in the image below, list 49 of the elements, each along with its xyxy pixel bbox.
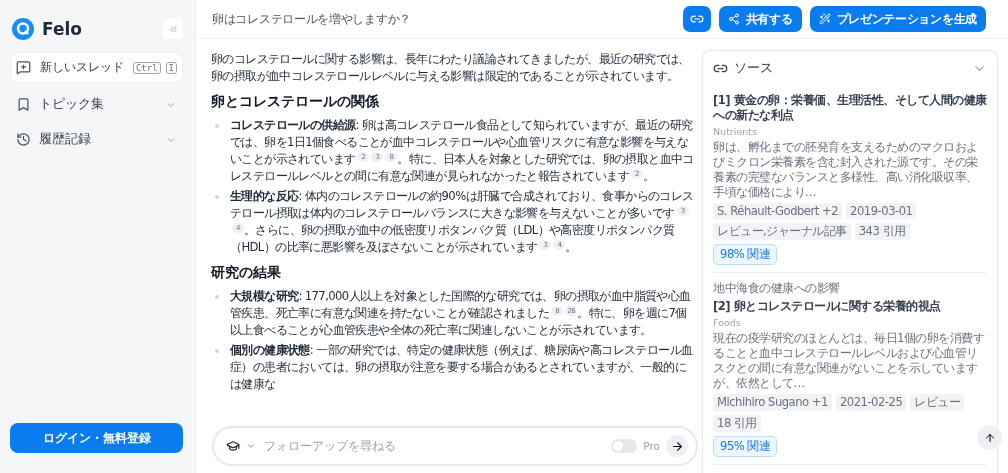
follow-up-field[interactable]: フォローアップを尋ねる Pro — [212, 426, 698, 466]
sidebar-item[interactable]: 履歴記録 — [10, 122, 183, 157]
new-thread-button[interactable]: 新しいスレッド Ctrl I — [10, 52, 183, 83]
key-hint: I — [165, 61, 177, 74]
source-tag: S. Réhault-Godbert +2 — [713, 203, 843, 219]
relevance-badge: 98% 関連 — [713, 244, 778, 265]
list-item-text: 個別の健康状態: 一部の研究では、特定の健康状態（例えば、糖尿病や高コレステロール血症）の患者においては、卵の摂取が注意を要する場合があるとされていますが、一般的には健康な — [230, 342, 694, 393]
section-heading: 研究の結果 — [211, 264, 282, 282]
pro-label: Pro — [643, 440, 660, 452]
arrow-right-icon — [670, 439, 684, 453]
source-tag: レビュー — [910, 394, 965, 411]
source-title[interactable]: [2] 卵とコレステロールに関する栄養的視点 — [713, 299, 941, 314]
magic-wand-icon — [818, 13, 831, 25]
source-snippet: 現在の疫学研究のほとんどは、毎日1個の卵を消費することと血中コレステロールレベルおよび心血管リスクとの間に有意な関連がないことを示していますが、依然として… — [713, 331, 986, 391]
source-tag: 343 引用 — [854, 223, 910, 240]
source-title[interactable]: [1] 黄金の卵：栄養価、生理活性、そして人間の健康への新たな利点 — [713, 93, 987, 123]
source-tag: 2019-03-01 — [846, 203, 917, 219]
scroll-top-button[interactable] — [977, 425, 1002, 450]
intro-paragraph: 卵のコレステロールに関する影響は、長年にわたり議論されてきましたが、最近の研究では、卵の摂取が血中コレステロールレベルに与える影響は限定的であることが示されています。 — [211, 51, 691, 85]
source-journal: Nutrients — [713, 126, 757, 137]
pro-toggle[interactable] — [611, 439, 638, 453]
source-tag: 18 引用 — [713, 415, 761, 432]
arrow-up-icon — [983, 431, 996, 444]
share-button[interactable]: 共有する — [718, 6, 802, 32]
source-topic: 地中海食の健康への影響 — [713, 281, 840, 296]
key-hint: Ctrl — [132, 61, 161, 74]
history-icon — [16, 132, 31, 147]
send-button[interactable] — [666, 435, 688, 457]
relevance-badge: 95% 関連 — [713, 436, 778, 457]
source-snippet: 卵は、孵化までの胚発育を支えるためのマクロおよびミクロン栄養素を含む封入された源です。その栄養素の完璧なバランスと多様性、高い消化吸収率、手頃な価格により… — [713, 140, 979, 200]
sidebar-item[interactable]: トピック集 — [10, 87, 183, 122]
graduation-cap-icon — [226, 439, 240, 453]
source-tag: 2021-02-25 — [835, 394, 907, 411]
logo-icon — [12, 18, 34, 40]
chevron-icon — [246, 441, 256, 451]
generate-button[interactable]: プレゼンテーションを生成 — [809, 6, 986, 32]
link-icon — [689, 12, 704, 26]
source-tag: レビュー,ジャーナル記事 — [713, 223, 851, 240]
source-journal: Foods — [713, 317, 741, 328]
panel-title: ソース — [734, 59, 774, 77]
source-tag: Michihiro Sugano +1 — [713, 394, 832, 411]
section-heading: 卵とコレステロールの関係 — [211, 93, 380, 111]
copy-link-button[interactable] — [682, 6, 711, 32]
bookmark-icon — [16, 97, 31, 112]
new-chat-icon — [16, 60, 31, 75]
page-title: 卵はコレステロールを増やしますか？ — [212, 11, 412, 27]
login-button[interactable]: ログイン・無料登録 — [10, 423, 183, 453]
brand-name: Felo — [42, 19, 83, 39]
share-icon — [727, 13, 740, 25]
